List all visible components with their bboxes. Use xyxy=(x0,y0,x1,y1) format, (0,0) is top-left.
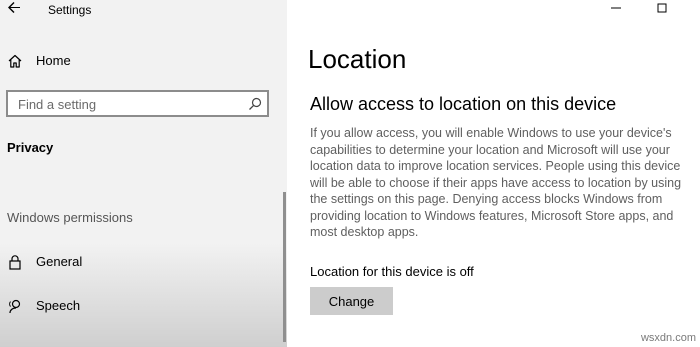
section-heading: Allow access to location on this device xyxy=(310,94,617,114)
sidebar-item-label: General xyxy=(36,254,83,269)
search-placeholder: Find a setting xyxy=(18,97,97,112)
search-icon[interactable] xyxy=(248,97,262,111)
description-text: If you allow access, you will enable Win… xyxy=(310,126,682,239)
change-button[interactable]: Change xyxy=(310,287,393,315)
sidebar-item-label: Speech xyxy=(36,298,81,313)
minimize-icon[interactable] xyxy=(608,0,624,16)
location-status: Location for this device is off xyxy=(310,264,474,279)
maximize-icon[interactable] xyxy=(654,0,670,16)
speech-icon xyxy=(7,298,23,314)
sidebar-item-general[interactable]: General xyxy=(0,250,280,276)
lock-icon xyxy=(7,254,23,270)
home-icon xyxy=(7,53,23,69)
nav-home[interactable]: Home xyxy=(0,48,287,74)
sidebar-item-speech[interactable]: Speech xyxy=(0,294,280,320)
group-label-windows-permissions: Windows permissions xyxy=(7,210,133,225)
sidebar-scrollbar[interactable] xyxy=(283,192,286,342)
nav-home-label: Home xyxy=(36,53,71,68)
back-arrow-icon[interactable] xyxy=(6,0,22,16)
app-title: Settings xyxy=(48,3,92,17)
sidebar: Settings Home Find a setting Privacy Win… xyxy=(0,0,287,347)
main-content: Location Allow access to location on thi… xyxy=(287,0,700,347)
section-label-privacy: Privacy xyxy=(7,140,54,155)
watermark: wsxdn.com xyxy=(640,332,696,344)
search-input[interactable]: Find a setting xyxy=(6,90,269,117)
page-title: Location xyxy=(308,44,407,74)
